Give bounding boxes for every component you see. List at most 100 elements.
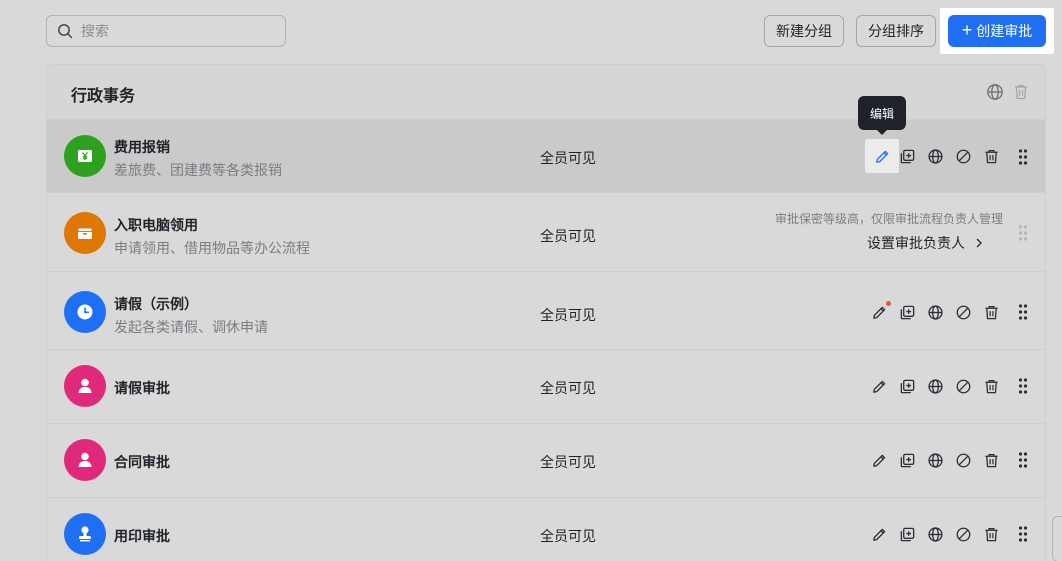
delete-button[interactable] <box>977 298 1005 326</box>
list-item[interactable]: 合同审批 全员可见 <box>47 423 1045 497</box>
copy-button[interactable] <box>893 446 921 474</box>
item-name: 合同审批 <box>114 454 170 470</box>
avatar <box>64 513 106 555</box>
avatar <box>64 291 106 333</box>
yen-icon <box>78 150 92 162</box>
trash-icon <box>984 305 998 319</box>
drag-handle[interactable] <box>1013 376 1033 396</box>
trash-icon <box>984 149 998 163</box>
box-icon <box>77 227 93 239</box>
list-item[interactable]: 用印审批 全员可见 <box>47 497 1045 561</box>
trash-icon <box>984 379 998 393</box>
list-item[interactable]: 请假审批 全员可见 <box>47 349 1045 423</box>
delete-button[interactable] <box>977 142 1005 170</box>
copy-icon <box>900 149 914 163</box>
confidential-notice: 审批保密等级高，仅限审批流程负责人管理 <box>774 212 1003 226</box>
avatar <box>64 135 106 177</box>
stamp-icon <box>79 526 91 542</box>
disable-button[interactable] <box>949 142 977 170</box>
search-input[interactable] <box>81 23 261 39</box>
drag-handle-icon <box>1018 225 1028 241</box>
search-box[interactable] <box>46 15 286 47</box>
copy-icon <box>900 527 914 541</box>
row-actions <box>865 446 1005 474</box>
drag-handle[interactable] <box>1013 302 1033 322</box>
person-icon <box>78 452 92 467</box>
disable-icon <box>956 379 970 393</box>
group-title: 行政事务 <box>71 88 136 105</box>
edit-button[interactable] <box>865 372 893 400</box>
avatar <box>64 212 106 254</box>
delete-button[interactable] <box>977 520 1005 548</box>
item-name: 入职电脑领用 <box>114 217 198 233</box>
edit-button[interactable] <box>865 520 893 548</box>
drag-handle-icon <box>1018 526 1028 542</box>
disable-icon <box>956 305 970 319</box>
drag-handle-icon <box>1018 452 1028 468</box>
create-approval-label: 创建审批 <box>976 23 1033 39</box>
item-name: 请假（示例） <box>114 296 198 312</box>
pencil-icon <box>872 454 885 467</box>
drag-handle[interactable] <box>1013 147 1033 167</box>
copy-icon <box>900 305 914 319</box>
edit-button[interactable] <box>865 446 893 474</box>
copy-button[interactable] <box>893 298 921 326</box>
drag-handle[interactable] <box>1013 450 1033 470</box>
copy-icon <box>900 453 914 467</box>
visibility-label: 全员可见 <box>540 528 596 544</box>
publish-button[interactable] <box>921 142 949 170</box>
copy-button[interactable] <box>893 520 921 548</box>
disable-button[interactable] <box>949 446 977 474</box>
list-item[interactable]: 请假（示例） 发起各类请假、调休申请 全员可见 <box>47 271 1045 349</box>
edit-tooltip: 编辑 <box>858 96 906 135</box>
group-panel: 行政事务 费用报销 差旅费、团建费等各类报销 全员可见 入职电脑领用 申请领用、… <box>46 64 1046 561</box>
avatar <box>64 365 106 407</box>
pencil-icon <box>872 380 885 393</box>
new-group-button[interactable]: 新建分组 <box>764 15 844 47</box>
disable-button[interactable] <box>949 520 977 548</box>
sort-groups-button[interactable]: 分组排序 <box>856 15 936 47</box>
globe-icon[interactable] <box>985 82 1005 102</box>
copy-button[interactable] <box>893 372 921 400</box>
globe-icon <box>927 526 943 542</box>
publish-button[interactable] <box>921 298 949 326</box>
delete-group-icon[interactable] <box>1011 82 1031 102</box>
drag-handle[interactable] <box>1013 524 1033 544</box>
delete-button[interactable] <box>977 446 1005 474</box>
publish-button[interactable] <box>921 520 949 548</box>
set-owner-label: 设置审批负责人 <box>867 235 965 251</box>
trash-icon <box>984 527 998 541</box>
pencil-icon <box>872 528 885 541</box>
disable-button[interactable] <box>949 372 977 400</box>
trash-icon <box>984 453 998 467</box>
visibility-label: 全员可见 <box>540 454 596 470</box>
pencil-icon <box>872 306 885 319</box>
publish-button[interactable] <box>921 446 949 474</box>
publish-button[interactable] <box>921 372 949 400</box>
chevron-right-icon <box>976 238 982 248</box>
copy-button[interactable] <box>893 142 921 170</box>
drag-handle-icon <box>1018 378 1028 394</box>
item-name: 用印审批 <box>114 528 170 544</box>
side-panel-tab[interactable] <box>1052 516 1062 561</box>
visibility-label: 全员可见 <box>540 228 596 244</box>
disable-icon <box>956 527 970 541</box>
edit-button[interactable] <box>865 298 893 326</box>
search-icon <box>58 24 73 39</box>
delete-button[interactable] <box>977 372 1005 400</box>
row-actions <box>865 298 1005 326</box>
item-name: 请假审批 <box>114 380 170 396</box>
set-owner-link[interactable]: 设置审批负责人 <box>867 233 985 253</box>
pencil-icon <box>875 150 888 163</box>
item-description: 差旅费、团建费等各类报销 <box>114 162 282 178</box>
drag-handle[interactable] <box>1013 223 1033 243</box>
disable-button[interactable] <box>949 298 977 326</box>
globe-icon <box>927 452 943 468</box>
visibility-label: 全员可见 <box>540 380 596 396</box>
plus-icon: + <box>961 20 973 40</box>
create-approval-button[interactable]: + 创建审批 <box>948 15 1046 47</box>
item-description: 发起各类请假、调休申请 <box>114 319 268 335</box>
list-item[interactable]: 入职电脑领用 申请领用、借用物品等办公流程 全员可见 审批保密等级高，仅限审批流… <box>47 192 1045 271</box>
disable-icon <box>956 453 970 467</box>
globe-icon <box>927 378 943 394</box>
